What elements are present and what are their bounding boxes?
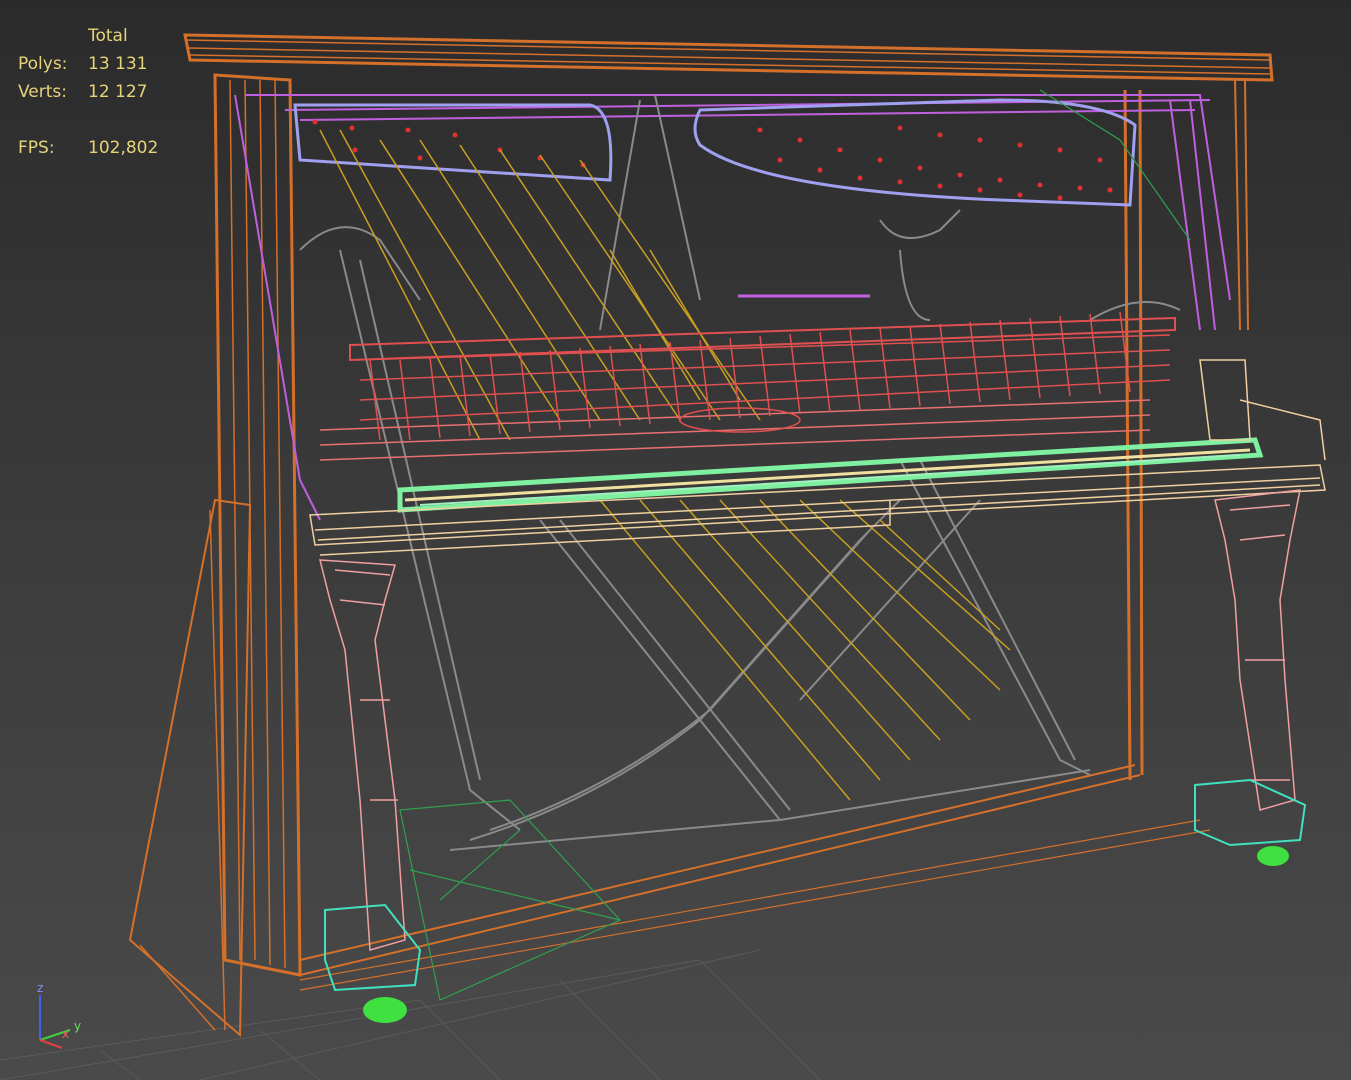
ground-grid	[0, 949, 821, 1080]
3d-viewport[interactable]: z y x	[0, 0, 1351, 1080]
axis-y-label: y	[74, 1019, 81, 1033]
polys-label: Polys:	[18, 54, 68, 74]
hammer-action	[319, 311, 1176, 461]
piano-strings	[319, 129, 1011, 801]
verts-label: Verts:	[18, 82, 68, 102]
axis-x-label: x	[62, 1027, 69, 1041]
fps-label: FPS:	[18, 138, 55, 158]
verts-value: 12 127	[88, 82, 148, 102]
stats-polys-row: Polys: 13 131	[18, 50, 198, 78]
stats-fps-row: FPS: 102,802	[18, 134, 198, 162]
axis-gizmo: z y x	[37, 981, 81, 1049]
axis-z-label: z	[37, 981, 43, 995]
fps-value: 102,802	[88, 138, 159, 158]
inner-panel-wireframe	[234, 94, 1231, 521]
stats-total-header: Total	[88, 26, 128, 46]
stats-verts-row: Verts: 12 127	[18, 78, 198, 106]
viewport-statistics: Total Polys: 13 131 Verts: 12 127 FPS: 1…	[18, 22, 198, 162]
keybed-wireframe	[309, 359, 1326, 556]
polys-value: 13 131	[88, 54, 148, 74]
piano-feet	[324, 778, 1307, 1023]
